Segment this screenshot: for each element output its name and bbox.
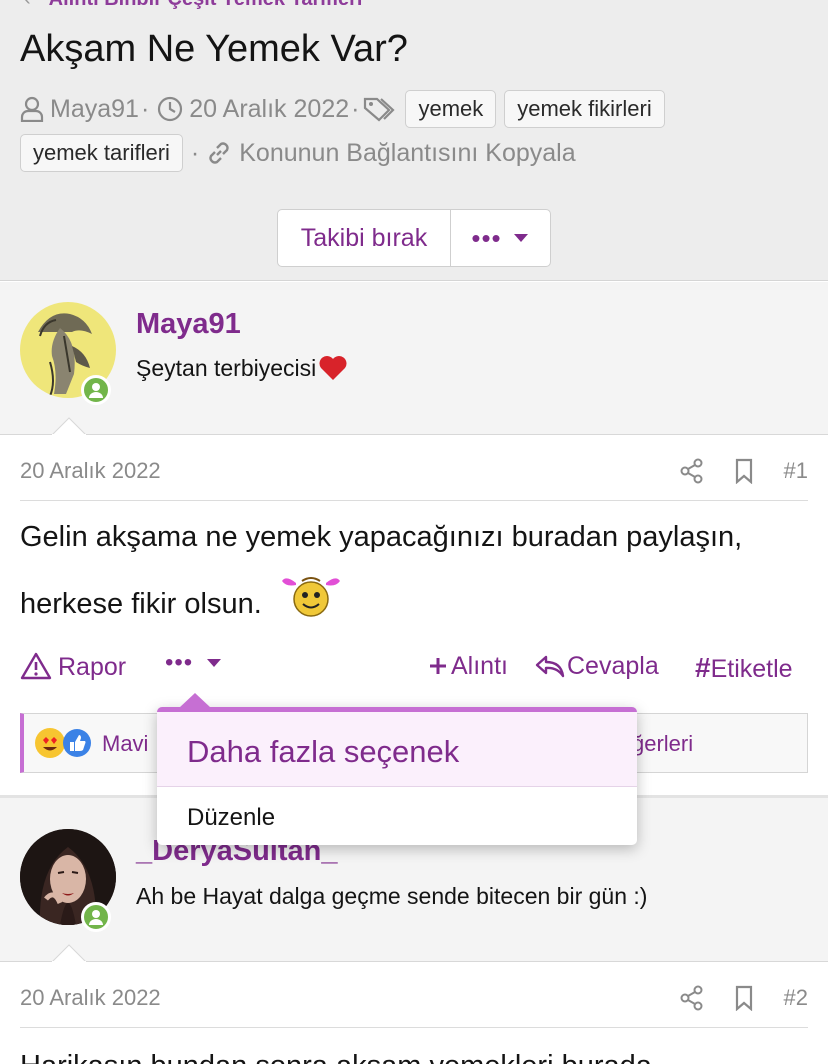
warning-icon <box>20 652 52 680</box>
page-title: Akşam Ne Yemek Var? <box>20 28 408 70</box>
thread-meta: Maya91 · 20 Aralık 2022 · yemek yemek fiki… <box>20 90 665 128</box>
post-1-user: Maya91 Şeytan terbiyecisi <box>0 282 828 435</box>
heart-icon <box>319 356 347 380</box>
bookmark-icon[interactable] <box>734 985 754 1011</box>
quote-button[interactable]: Alıntı <box>428 652 508 681</box>
caret-down-icon <box>207 659 222 667</box>
report-button[interactable]: Rapor <box>20 652 126 682</box>
thread-header: ‹ Alıntı Binbir Çeşit Yemek Tarifleri Akş… <box>0 0 828 281</box>
user-icon <box>20 96 44 122</box>
menu-item-edit[interactable]: Düzenle <box>157 787 637 832</box>
share-icon[interactable] <box>680 985 704 1011</box>
post-2-meta: 20 Aralık 2022 #2 <box>20 968 808 1028</box>
caret-down-icon <box>513 234 528 242</box>
post-text-line: Gelin akşama ne yemek yapacağınızı burad… <box>20 521 743 553</box>
thread-actions: Takibi bırak ••• <box>277 209 551 267</box>
online-status-icon <box>81 902 111 932</box>
post-text-line: herkese fikir olsun. <box>20 569 742 636</box>
copy-link[interactable]: Konunun Bağlantısını Kopyala <box>239 139 575 168</box>
link-icon <box>209 142 229 164</box>
thread-author[interactable]: Maya91 <box>50 95 139 124</box>
thread-more-button[interactable]: ••• <box>451 210 550 266</box>
post-1-actions: Rapor ••• Alıntı Cevapla #Etiketle <box>20 648 808 688</box>
post-author[interactable]: Maya91 <box>136 308 241 341</box>
post-number[interactable]: #1 <box>784 458 808 484</box>
bookmark-icon[interactable] <box>734 458 754 484</box>
post-text-line: Harikasın bundan sonra akşam yemekleri b… <box>20 1034 652 1064</box>
plus-icon <box>430 658 446 674</box>
post-2-body: Harikasın bundan sonra akşam yemekleri b… <box>20 1034 652 1064</box>
more-dots: ••• <box>471 222 502 253</box>
user-title: Şeytan terbiyecisi <box>136 354 348 382</box>
clock-icon <box>158 96 183 122</box>
unfollow-button[interactable]: Takibi bırak <box>278 210 451 266</box>
menu-header: Daha fazla seçenek <box>157 712 637 787</box>
share-icon[interactable] <box>680 458 704 484</box>
tag-yemek-tarifleri[interactable]: yemek tarifleri <box>20 134 183 172</box>
post-number[interactable]: #2 <box>784 985 808 1011</box>
menu-arrow <box>179 693 211 708</box>
thread-meta-line2: yemek tarifleri · Konunun Bağlantısını K… <box>20 134 576 172</box>
post-date[interactable]: 20 Aralık 2022 <box>20 458 680 484</box>
thread-date[interactable]: 20 Aralık 2022 <box>189 95 349 124</box>
breadcrumb[interactable]: ‹ Alıntı Binbir Çeşit Yemek Tarifleri <box>24 0 362 11</box>
tag-yemek[interactable]: yemek <box>405 90 497 128</box>
smiley-emoji-icon <box>281 577 340 617</box>
like-emoji-icon <box>63 729 91 757</box>
tags-icon <box>364 97 396 122</box>
post-1-body: Gelin akşama ne yemek yapacağınızı burad… <box>20 505 742 636</box>
post-date[interactable]: 20 Aralık 2022 <box>20 985 680 1011</box>
user-title: Ah be Hayat dalga geçme sende bitecen bi… <box>136 883 648 909</box>
tag-button[interactable]: #Etiketle <box>695 652 793 684</box>
reply-icon <box>535 655 565 678</box>
hashtag-icon: # <box>695 652 711 683</box>
reply-button[interactable]: Cevapla <box>535 652 659 681</box>
post-1-meta: 20 Aralık 2022 #1 <box>20 441 808 501</box>
post-more-button[interactable]: ••• <box>165 648 222 677</box>
more-options-menu: Daha fazla seçenek Düzenle <box>157 693 637 845</box>
chevron-left-icon: ‹ <box>24 0 31 10</box>
tag-yemek-fikirleri[interactable]: yemek fikirleri <box>504 90 665 128</box>
post-notch <box>52 944 86 962</box>
reactions-text-left: Mavi <box>102 731 149 756</box>
reactions-text-right: ğerleri <box>632 731 694 756</box>
online-status-icon <box>81 375 111 405</box>
breadcrumb-label: Alıntı Binbir Çeşit Yemek Tarifleri <box>49 0 363 10</box>
post-notch <box>52 417 86 435</box>
